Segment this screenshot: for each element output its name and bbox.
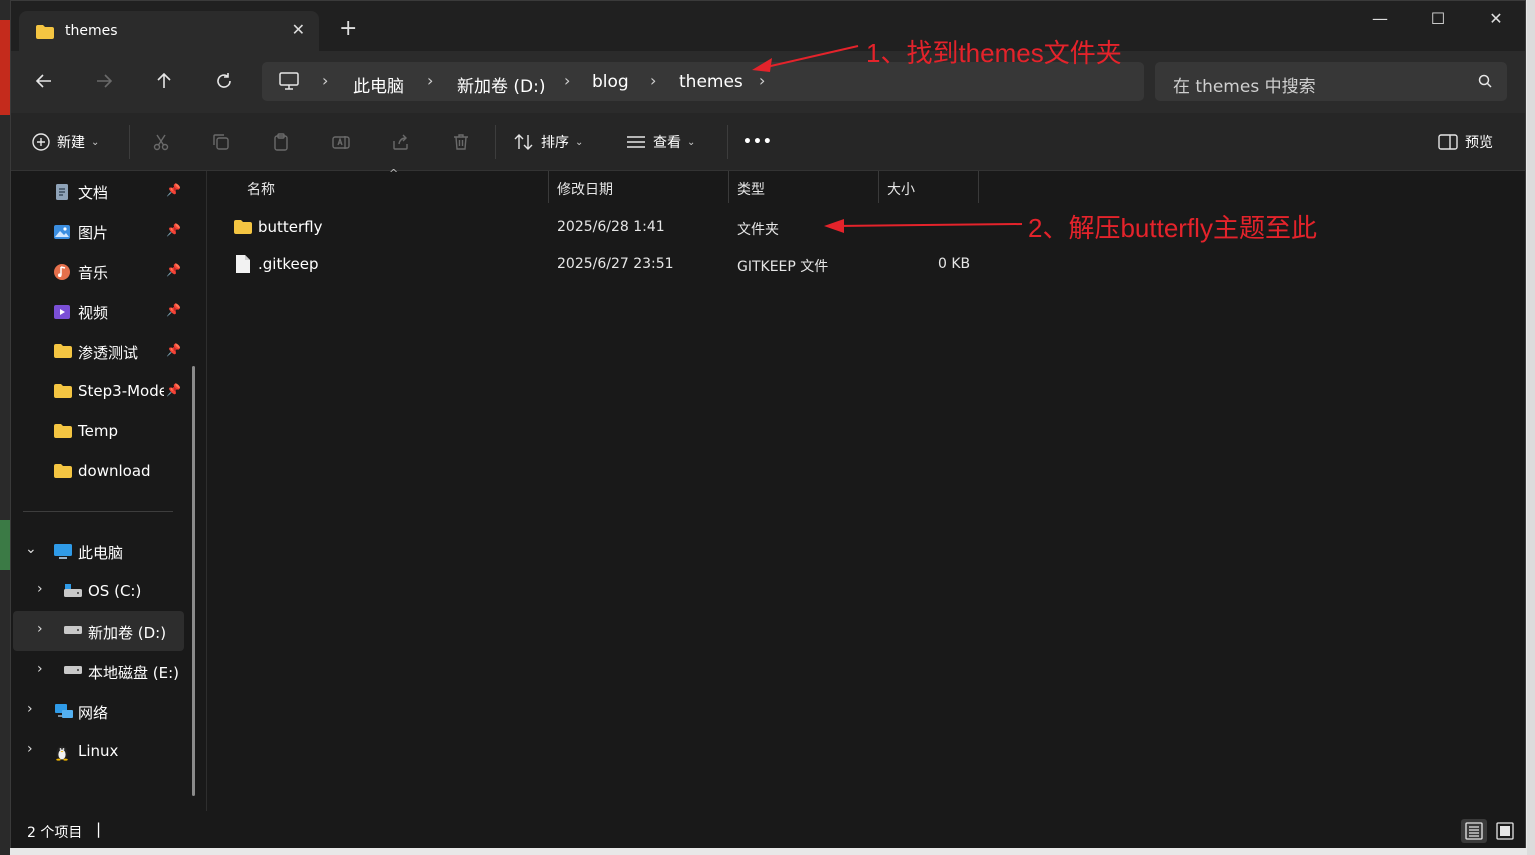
annotation-arrow-2	[835, 223, 1023, 227]
annotation-arrowhead-1	[752, 58, 772, 72]
annotation-arrow-1	[761, 45, 859, 69]
annotation-step-1: 1、找到themes文件夹	[866, 38, 1122, 68]
annotation-arrowhead-2	[824, 219, 844, 233]
annotation-step-2: 2、解压butterfly主题至此	[1028, 213, 1317, 243]
annotation-arrows	[752, 45, 1023, 233]
